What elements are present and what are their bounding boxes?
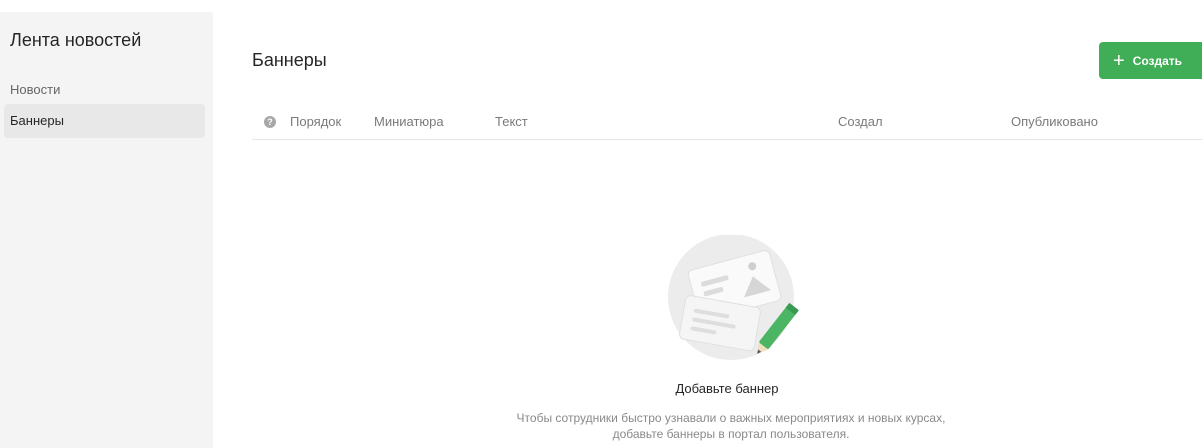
sidebar-item-banners[interactable]: Баннеры bbox=[4, 104, 205, 138]
column-order[interactable]: Порядок bbox=[290, 114, 341, 129]
empty-state-title: Добавьте баннер bbox=[675, 381, 779, 396]
column-published[interactable]: Опубликовано bbox=[1011, 114, 1098, 129]
banner-pencil-illustration bbox=[664, 234, 804, 370]
sidebar-item-news[interactable]: Новости bbox=[4, 73, 205, 107]
table-header: ? Порядок Миниатюра Текст Создал Опублик… bbox=[252, 104, 1202, 140]
create-button-label: Создать bbox=[1132, 53, 1183, 68]
page-title: Баннеры bbox=[252, 50, 327, 70]
column-thumbnail[interactable]: Миниатюра bbox=[374, 114, 444, 129]
sidebar-title: Лента новостей bbox=[10, 30, 142, 50]
empty-state-text: Чтобы сотрудники быстро узнавали о важны… bbox=[516, 411, 946, 441]
plus-icon: + bbox=[1113, 49, 1125, 72]
create-button[interactable]: + Создать bbox=[1099, 42, 1202, 79]
column-created-by[interactable]: Создал bbox=[838, 114, 883, 129]
question-icon[interactable]: ? bbox=[264, 116, 276, 128]
column-text[interactable]: Текст bbox=[495, 114, 528, 129]
